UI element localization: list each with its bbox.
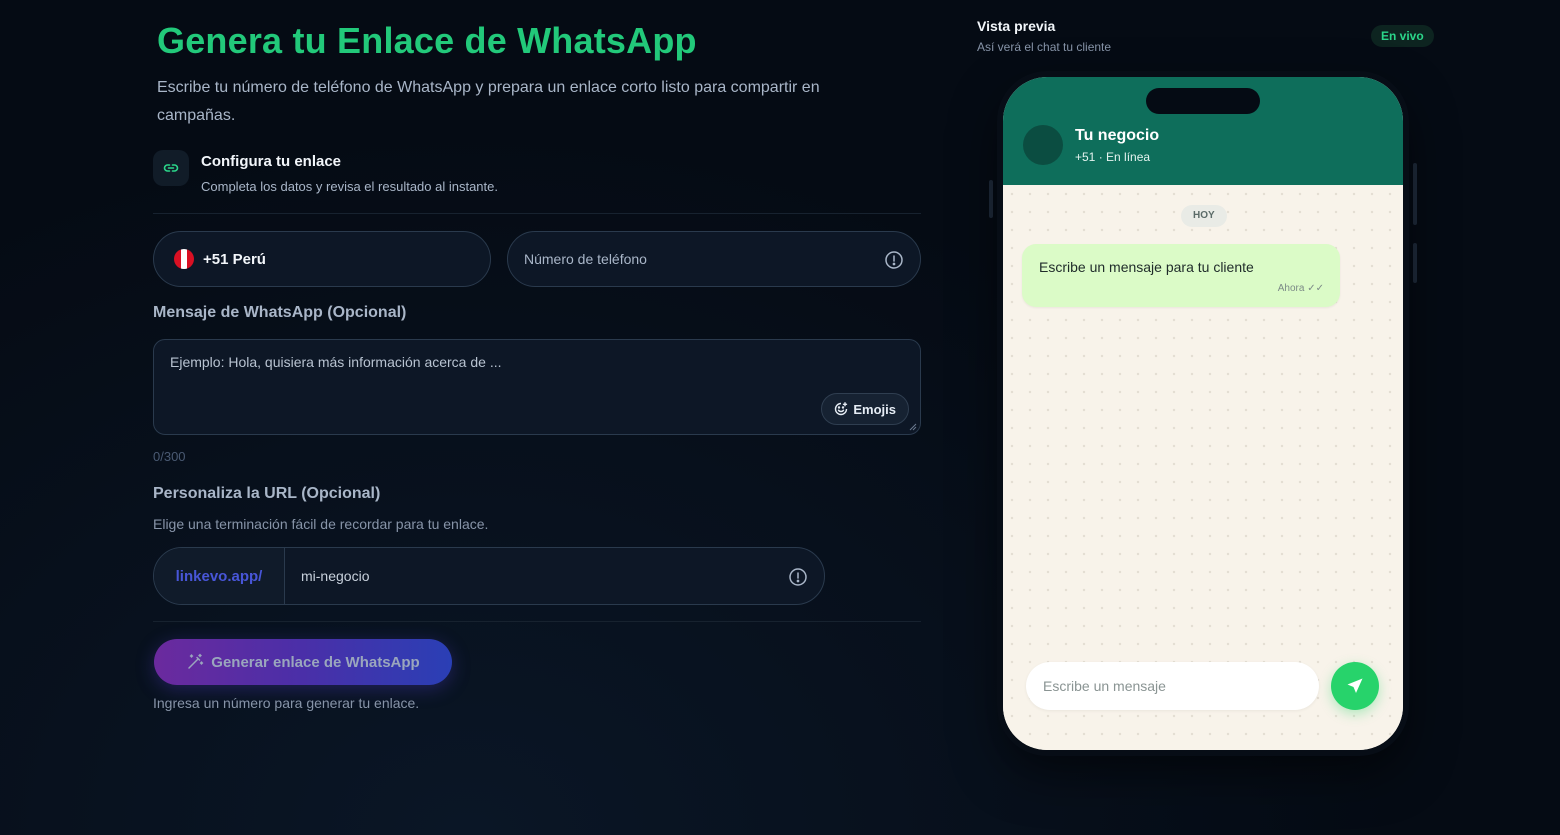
- bubble-text: Escribe un mensaje para tu cliente: [1039, 259, 1254, 275]
- message-bubble: Escribe un mensaje para tu cliente Ahora…: [1022, 244, 1340, 307]
- slug-input[interactable]: [301, 548, 761, 604]
- divider: [153, 621, 921, 622]
- live-badge: En vivo: [1371, 25, 1434, 47]
- chat-contact-name: Tu negocio: [1075, 127, 1160, 144]
- phone-field: [507, 231, 921, 287]
- url-label: Personaliza la URL (Opcional): [153, 485, 381, 502]
- phone-preview: Tu negocio +51 · En línea HOY Escribe un…: [1003, 77, 1403, 750]
- send-button[interactable]: [1331, 662, 1379, 710]
- generate-hint: Ingresa un número para generar tu enlace…: [153, 695, 420, 711]
- config-title: Configura tu enlace: [201, 153, 342, 170]
- emoji-button[interactable]: Emojis: [821, 393, 909, 425]
- preview-title: Vista previa: [977, 18, 1056, 34]
- bubble-timestamp: Ahora ✓✓: [1277, 283, 1324, 294]
- chat-body: HOY Escribe un mensaje para tu cliente A…: [1003, 185, 1403, 750]
- emoji-button-label: Emojis: [853, 401, 896, 417]
- preview-subtitle: Así verá el chat tu cliente: [977, 40, 1112, 54]
- config-description: Completa los datos y revisa el resultado…: [201, 179, 498, 194]
- generate-link-button[interactable]: Generar enlace de WhatsApp: [154, 639, 452, 685]
- avatar: [1023, 125, 1063, 165]
- peru-flag-icon: [174, 249, 194, 269]
- character-counter: 0/300: [153, 449, 186, 464]
- phone-input[interactable]: [524, 232, 854, 286]
- country-label: +51 Perú: [203, 250, 266, 268]
- info-icon[interactable]: [788, 567, 808, 587]
- chat-header: Tu negocio +51 · En línea: [1003, 77, 1403, 185]
- config-section-header: Configura tu enlace Completa los datos y…: [153, 150, 921, 214]
- magic-wand-icon: [188, 653, 204, 669]
- message-label: Mensaje de WhatsApp (Opcional): [153, 304, 407, 321]
- page-title: Genera tu Enlace de WhatsApp: [157, 20, 697, 61]
- country-selector[interactable]: +51 Perú: [153, 231, 491, 287]
- link-icon: [153, 150, 189, 186]
- chat-message-input[interactable]: [1043, 662, 1303, 710]
- send-icon: [1347, 678, 1363, 693]
- page: Genera tu Enlace de WhatsApp Escribe tu …: [0, 0, 1560, 835]
- chat-contact-status: +51 · En línea: [1075, 150, 1151, 164]
- day-separator: HOY: [1181, 205, 1227, 227]
- chat-composer: [1026, 662, 1319, 710]
- generate-button-label: Generar enlace de WhatsApp: [211, 653, 420, 671]
- url-description: Elige una terminación fácil de recordar …: [153, 516, 489, 532]
- emoji-smile-icon: [835, 402, 848, 416]
- phone-side-button: [989, 180, 993, 218]
- info-icon[interactable]: [884, 250, 904, 270]
- url-prefix: linkevo.app/: [154, 548, 285, 604]
- phone-side-button: [1413, 163, 1417, 225]
- page-subtitle: Escribe tu número de teléfono de WhatsAp…: [157, 79, 820, 124]
- resize-grip-icon[interactable]: [909, 423, 917, 431]
- phone-notch: [1146, 88, 1260, 114]
- message-textarea[interactable]: [170, 354, 810, 414]
- slug-field: linkevo.app/: [153, 547, 825, 605]
- message-field: Emojis: [153, 339, 921, 435]
- phone-side-button: [1413, 243, 1417, 283]
